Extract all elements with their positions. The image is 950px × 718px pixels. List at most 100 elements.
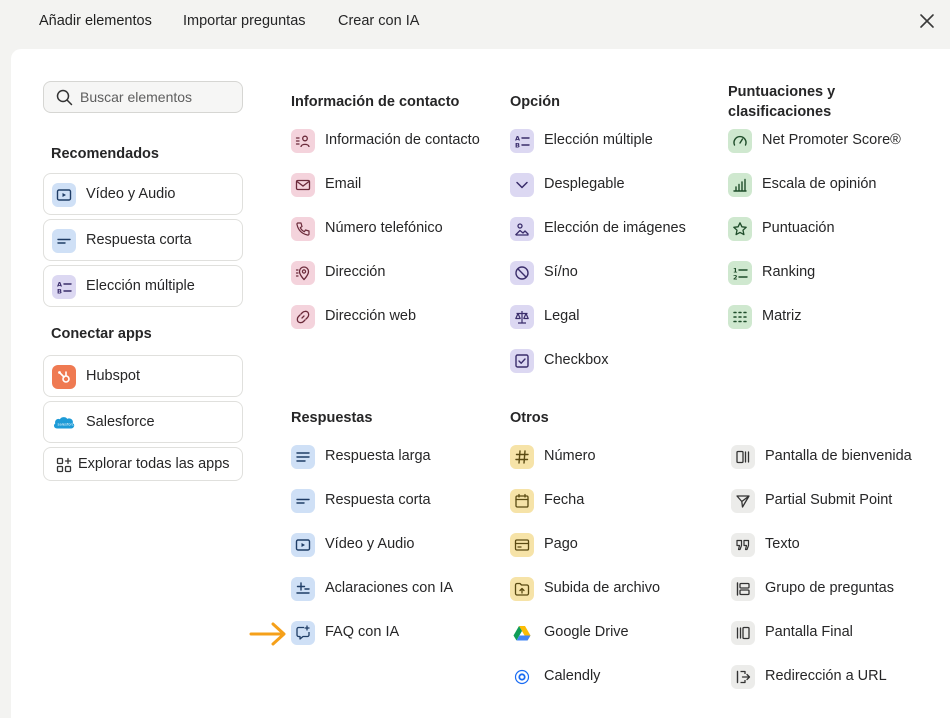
multiple-choice-icon: AB [52,275,76,299]
item-long-text-label: Respuesta larga [325,448,431,464]
app-salesforce[interactable]: salesforce Salesforce [43,401,243,443]
hubspot-icon [52,365,76,389]
quote-icon [731,533,755,557]
item-multiple-choice-label: Elección múltiple [544,132,653,148]
item-question-group-label: Grupo de preguntas [765,580,894,596]
question-group-icon [731,577,755,601]
svg-text:B: B [515,142,520,150]
item-short-text-label: Respuesta corta [325,492,431,508]
phone-icon [291,217,315,241]
app-hubspot[interactable]: Hubspot [43,355,243,397]
item-nps-label: Net Promoter Score® [762,132,901,148]
item-video-audio-label: Vídeo y Audio [325,536,415,552]
credit-card-icon [510,533,534,557]
item-yes-no-label: Sí/no [544,264,578,280]
item-google-drive-label: Google Drive [544,624,629,640]
item-dropdown-label: Desplegable [544,176,625,192]
short-text-icon [52,229,76,253]
item-contact-info-label: Información de contacto [325,132,480,148]
salesforce-icon: salesforce [52,411,76,435]
end-screen-icon [731,621,755,645]
tab-create-with-ai[interactable]: Crear con IA [338,13,419,29]
search-input[interactable] [80,82,238,112]
ranking-icon: 12 [728,261,752,285]
recommended-multiple-choice[interactable]: AB Elección múltiple [43,265,243,307]
explore-all-apps-button[interactable]: Explorar todas las apps [43,447,243,481]
chevron-down-icon [510,173,534,197]
recommended-multiple-choice-label: Elección múltiple [86,278,195,294]
item-number-label: Número [544,448,596,464]
calendly-icon [510,665,534,689]
star-icon [728,217,752,241]
ai-plus-icon [291,577,315,601]
matrix-icon [728,305,752,329]
apps-grid-icon [52,453,76,477]
item-rating-label: Puntuación [762,220,835,236]
chat-sparkle-icon [291,621,315,645]
item-redirect-url-label: Redirección a URL [765,668,887,684]
item-opinion-scale-label: Escala de opinión [762,176,877,192]
video-icon [52,183,76,207]
arrow-annotation-icon [249,621,289,647]
others-heading: Otros [510,410,549,426]
recommended-heading: Recomendados [51,146,159,162]
item-file-upload-label: Subida de archivo [544,580,661,596]
redirect-icon [731,665,755,689]
search-box[interactable] [43,81,243,113]
item-statement-label: Texto [765,536,800,552]
item-end-screen-label: Pantalla Final [765,624,853,640]
answers-heading: Respuestas [291,410,373,426]
item-date-label: Fecha [544,492,585,508]
svg-text:2: 2 [733,274,738,282]
item-partial-submit-label: Partial Submit Point [765,492,893,508]
tab-import-questions[interactable]: Importar preguntas [183,13,306,29]
item-address-label: Dirección [325,264,386,280]
item-picture-choice-label: Elección de imágenes [544,220,686,236]
recommended-short-answer-label: Respuesta corta [86,232,192,248]
item-matrix-label: Matriz [762,308,802,324]
explore-all-apps-label: Explorar todas las apps [78,456,230,472]
item-welcome-screen-label: Pantalla de bienvenida [765,448,912,464]
contact-heading: Información de contacto [291,94,460,110]
item-ai-faq-label: FAQ con IA [325,624,400,640]
image-icon [510,217,534,241]
hash-icon [510,445,534,469]
svg-text:B: B [57,288,62,296]
scales-icon [510,305,534,329]
yes-no-icon [510,261,534,285]
item-payment-label: Pago [544,536,578,552]
tab-add-elements[interactable]: Añadir elementos [39,13,152,29]
search-icon [56,89,73,106]
item-calendly-label: Calendly [544,668,601,684]
gauge-icon [728,129,752,153]
video-icon [291,533,315,557]
calendar-icon [510,489,534,513]
short-text-icon [291,489,315,513]
item-ai-clarifications-label: Aclaraciones con IA [325,580,454,596]
ratings-heading: Puntuaciones y clasificaciones [728,84,836,120]
link-icon [291,305,315,329]
google-drive-icon [510,621,534,645]
app-hubspot-label: Hubspot [86,368,141,384]
item-phone-label: Número telefónico [325,220,443,236]
long-text-icon [291,445,315,469]
folder-upload-icon [510,577,534,601]
item-ranking-label: Ranking [762,264,816,280]
connect-apps-heading: Conectar apps [51,326,152,342]
envelope-icon [291,173,315,197]
location-pin-icon [291,261,315,285]
app-salesforce-label: Salesforce [86,414,155,430]
recommended-video-audio[interactable]: Vídeo y Audio [43,173,243,215]
multiple-choice-icon: AB [510,129,534,153]
send-icon [731,489,755,513]
recommended-video-audio-label: Vídeo y Audio [86,186,176,202]
item-legal-label: Legal [544,308,580,324]
recommended-short-answer[interactable]: Respuesta corta [43,219,243,261]
svg-text:salesforce: salesforce [58,422,76,426]
close-icon[interactable] [917,11,937,31]
contact-card-icon [291,129,315,153]
bar-chart-icon [728,173,752,197]
item-website-label: Dirección web [325,308,417,324]
top-bar: Añadir elementos Importar preguntas Crea… [0,0,950,48]
checkbox-icon [510,349,534,373]
